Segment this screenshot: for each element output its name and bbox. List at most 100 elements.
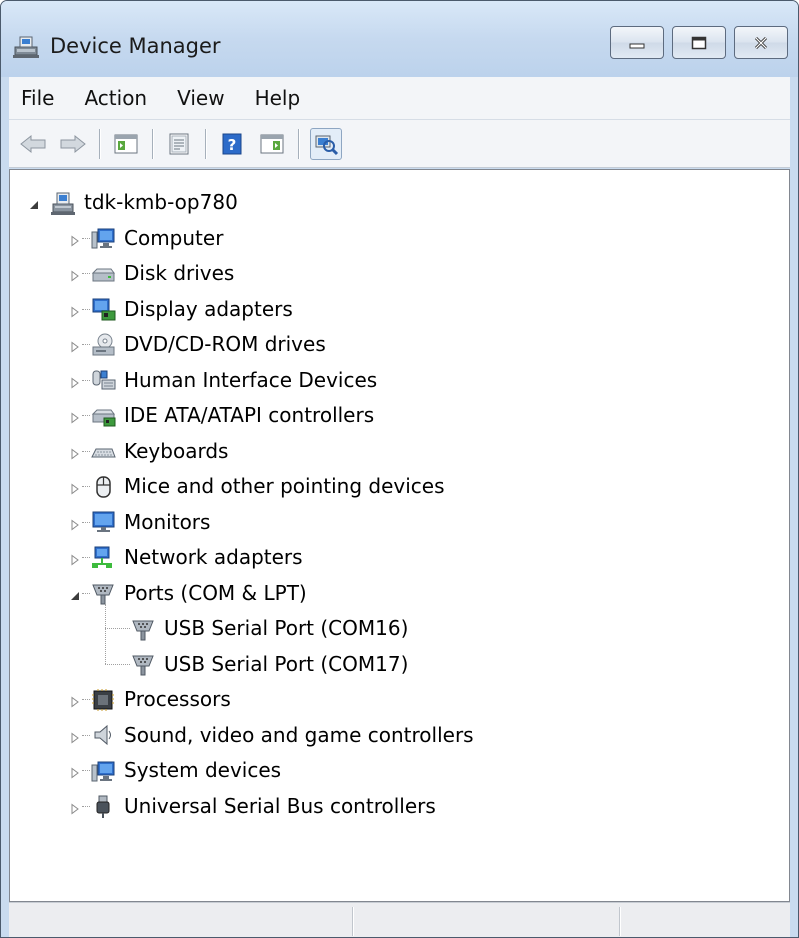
mouse-icon [96,475,111,498]
help-button[interactable]: ? [217,129,247,159]
dvd-drive-icon [92,333,115,355]
tree-category-node[interactable]: Human Interface Devices [90,363,377,398]
menu-action[interactable]: Action [69,77,162,119]
status-section-3 [620,907,789,936]
expand-arrow-icon [71,341,79,353]
tree-connector-line [82,415,90,416]
tree-node-label: System devices [124,758,282,782]
tree-category-node[interactable]: Mice and other pointing devices [90,469,445,504]
expand-toggle[interactable] [69,445,81,459]
action-pane-button[interactable] [257,129,287,159]
tree-connector-line [82,805,90,807]
tree-connector-line [82,237,90,239]
expand-toggle[interactable] [69,409,81,424]
tree-device-node[interactable]: USB Serial Port (COM17) [130,647,408,682]
tree-category-node[interactable]: Computer [90,221,223,256]
menu-bar: File Action View Help [9,77,790,120]
expand-toggle[interactable] [69,267,81,282]
tree-node-label: IDE ATA/ATAPI controllers [124,403,375,427]
expand-arrow-icon [71,483,79,495]
tree-connector-line [82,592,90,594]
expand-toggle[interactable] [69,480,81,495]
tree-category-node[interactable]: Ports (COM & LPT) [90,576,307,611]
expand-arrow-icon [71,732,79,743]
device-manager-icon [13,36,39,58]
hid-icon [92,370,116,390]
show-hide-console-tree-button[interactable] [111,129,141,159]
back-button[interactable] [18,129,48,159]
tree-node-label: USB Serial Port (COM17) [164,651,409,676]
scan-hardware-button[interactable] [310,127,342,160]
tree-connector-line [82,308,90,310]
tree-root-node[interactable]: tdk-kmb-op780 [50,185,238,220]
tree-node-label: Display adapters [124,296,293,321]
tree-category-node[interactable]: Disk drives [90,256,234,291]
display-adapter-icon [92,298,116,321]
expand-toggle[interactable] [69,729,81,743]
device-tree: tdk-kmb-op780 Computer Disk drives Display … [10,170,789,901]
menu-file[interactable]: File [9,77,69,119]
tree-connector-line [82,450,90,452]
tree-category-node[interactable]: System devices [90,753,281,788]
close-button[interactable] [734,26,788,59]
expand-arrow-icon [71,270,79,282]
tree-connector-line [82,521,90,523]
expand-arrow-icon [71,519,79,530]
tree-connector-line [105,663,130,665]
tree-category-node[interactable]: DVD/CD-ROM drives [90,327,326,362]
help-icon: ? [222,133,242,154]
processor-icon [92,688,114,711]
status-section-2 [353,907,620,936]
title-bar[interactable]: Device Manager [1,1,798,77]
toolbar: ? [9,120,790,168]
tree-category-node[interactable]: Keyboards [90,434,228,469]
expand-toggle[interactable] [69,551,81,566]
tree-category-node[interactable]: Universal Serial Bus controllers [90,789,436,824]
tree-category-node[interactable]: Processors [90,682,231,717]
maximize-button[interactable] [672,26,726,59]
port-icon [132,620,154,640]
device-tree-pane[interactable]: tdk-kmb-op780 Computer Disk drives Display … [9,169,790,902]
tree-category-node[interactable]: Monitors [90,505,210,540]
collapse-toggle[interactable] [69,587,81,600]
expand-toggle[interactable] [69,338,81,353]
expand-toggle[interactable] [69,303,81,317]
device-manager-window: Device Manager File Action View Help ? t… [0,0,799,938]
expand-arrow-icon [71,412,79,424]
tree-device-node[interactable]: USB Serial Port (COM16) [130,611,408,646]
minimize-button[interactable] [610,26,664,59]
tree-connector-line [82,344,90,345]
tree-category-node[interactable]: Sound, video and game controllers [90,718,474,753]
tree-node-label: Processors [124,687,231,711]
usb-icon [96,795,110,818]
tree-node-label: Ports (COM & LPT) [124,580,307,605]
tree-connector-line [82,734,90,736]
tree-node-label: Network adapters [124,545,303,569]
svg-text:?: ? [228,136,237,154]
tree-category-node[interactable]: Display adapters [90,292,293,327]
expand-arrow-icon [71,377,79,388]
tree-node-label: Computer [124,225,224,250]
tree-connector-line [82,557,90,558]
forward-button[interactable] [58,129,88,159]
tree-connector-line [82,379,90,381]
forward-arrow-icon [60,134,86,153]
expand-toggle[interactable] [69,232,81,246]
expand-toggle[interactable] [69,800,81,814]
menu-help[interactable]: Help [240,77,316,119]
collapse-toggle[interactable] [28,196,40,209]
properties-button[interactable] [164,129,194,159]
show-hide-console-tree-icon [114,134,138,153]
expand-toggle[interactable] [69,693,81,708]
tree-connector-line [82,273,90,274]
menu-view[interactable]: View [162,77,239,119]
disk-drive-icon [91,268,115,281]
close-icon [754,36,768,49]
maximize-icon [691,36,707,49]
tree-category-node[interactable]: Network adapters [90,540,303,575]
expand-toggle[interactable] [69,516,81,530]
tree-category-node[interactable]: IDE ATA/ATAPI controllers [90,398,374,433]
expand-toggle[interactable] [69,374,81,388]
expand-toggle[interactable] [69,764,81,779]
tree-node-label: Sound, video and game controllers [124,722,474,747]
